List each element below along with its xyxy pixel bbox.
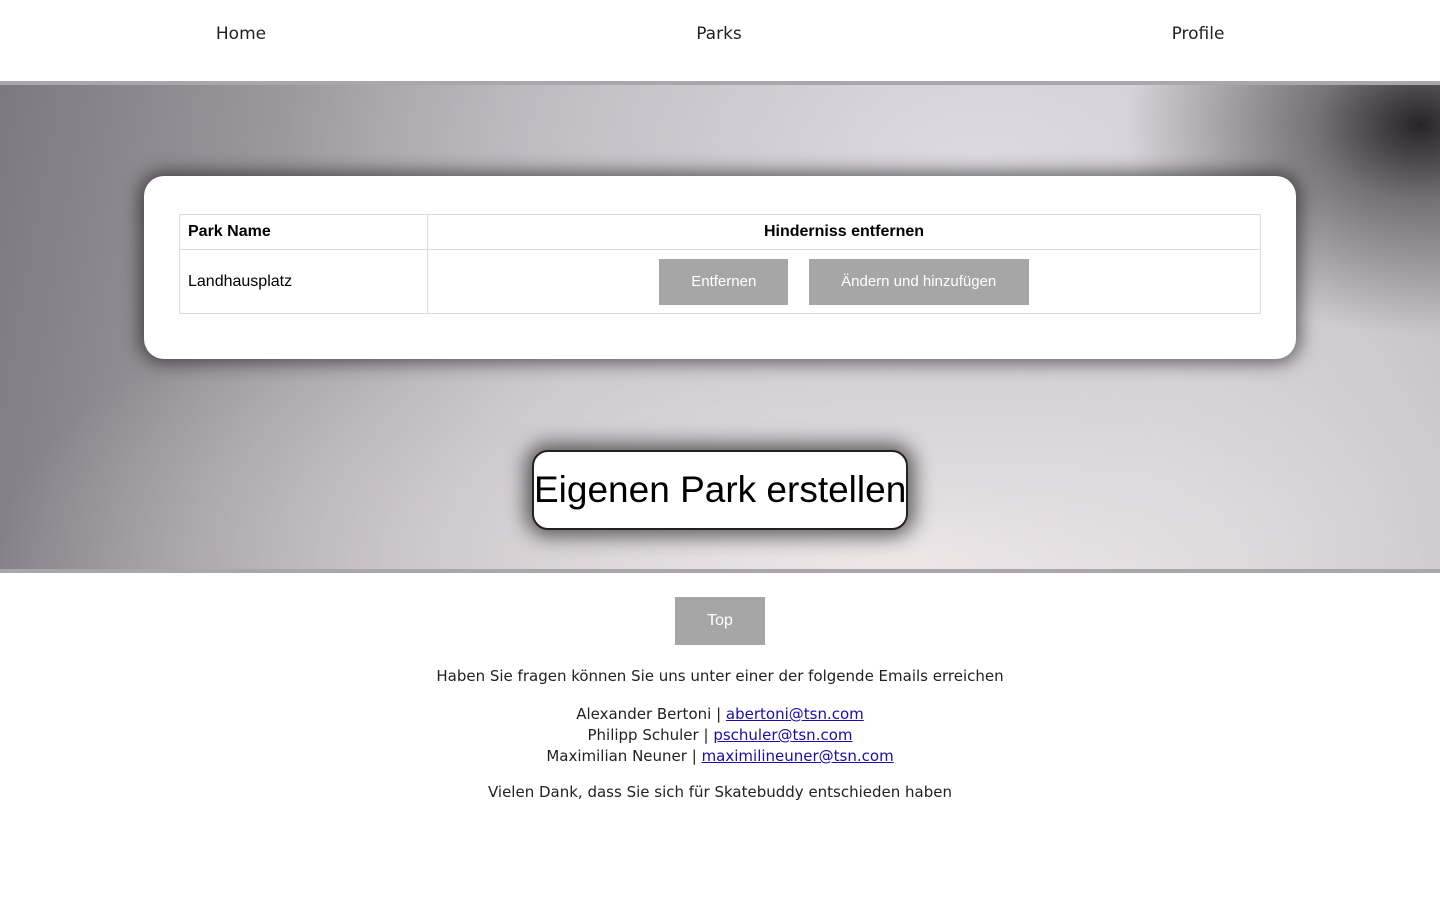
contact-item: Philipp Schuler | pschuler@tsn.com xyxy=(0,725,1440,746)
contact-list: Alexander Bertoni | abertoni@tsn.com Phi… xyxy=(0,704,1440,767)
contact-item: Maximilian Neuner | maximilineuner@tsn.c… xyxy=(0,746,1440,767)
remove-button[interactable]: Entfernen xyxy=(659,258,789,305)
nav-parks-link[interactable]: Parks xyxy=(696,24,742,44)
thank-you-text: Vielen Dank, dass Sie sich für Skatebudd… xyxy=(487,783,953,801)
table-header-row: Park Name Hinderniss entfernen xyxy=(179,214,1261,250)
contact-name: Maximilian Neuner xyxy=(546,747,687,765)
top-navigation: Home Parks Profile xyxy=(0,0,1440,81)
contact-email-link[interactable]: pschuler@tsn.com xyxy=(713,726,852,744)
contact-name: Philipp Schuler xyxy=(587,726,699,744)
contact-name: Alexander Bertoni xyxy=(576,705,712,723)
contact-separator: | xyxy=(691,747,697,765)
column-header-park-name: Park Name xyxy=(179,214,428,250)
contact-item: Alexander Bertoni | abertoni@tsn.com xyxy=(0,704,1440,725)
nav-profile-link[interactable]: Profile xyxy=(1172,24,1225,44)
column-header-remove-obstacle: Hinderniss entfernen xyxy=(427,214,1261,250)
edit-and-add-button[interactable]: Ändern und hinzufügen xyxy=(808,258,1029,305)
parks-card: Park Name Hinderniss entfernen Landhausp… xyxy=(144,176,1296,359)
contact-email-link[interactable]: maximilineuner@tsn.com xyxy=(702,747,894,765)
contact-intro-text: Haben Sie fragen können Sie uns unter ei… xyxy=(436,667,1004,685)
back-to-top-button[interactable]: Top xyxy=(675,597,765,645)
contact-email-link[interactable]: abertoni@tsn.com xyxy=(726,705,864,723)
hero-bottom-divider xyxy=(0,569,1440,573)
table-row: Landhausplatz Entfernen Ändern und hinzu… xyxy=(179,249,1261,314)
park-actions-cell: Entfernen Ändern und hinzufügen xyxy=(427,249,1261,314)
park-name-cell: Landhausplatz xyxy=(179,249,428,314)
nav-home-link[interactable]: Home xyxy=(216,24,266,44)
create-own-park-button[interactable]: Eigenen Park erstellen xyxy=(532,450,908,530)
contact-separator: | xyxy=(703,726,709,744)
parks-table: Park Name Hinderniss entfernen Landhausp… xyxy=(179,214,1261,314)
contact-separator: | xyxy=(716,705,722,723)
